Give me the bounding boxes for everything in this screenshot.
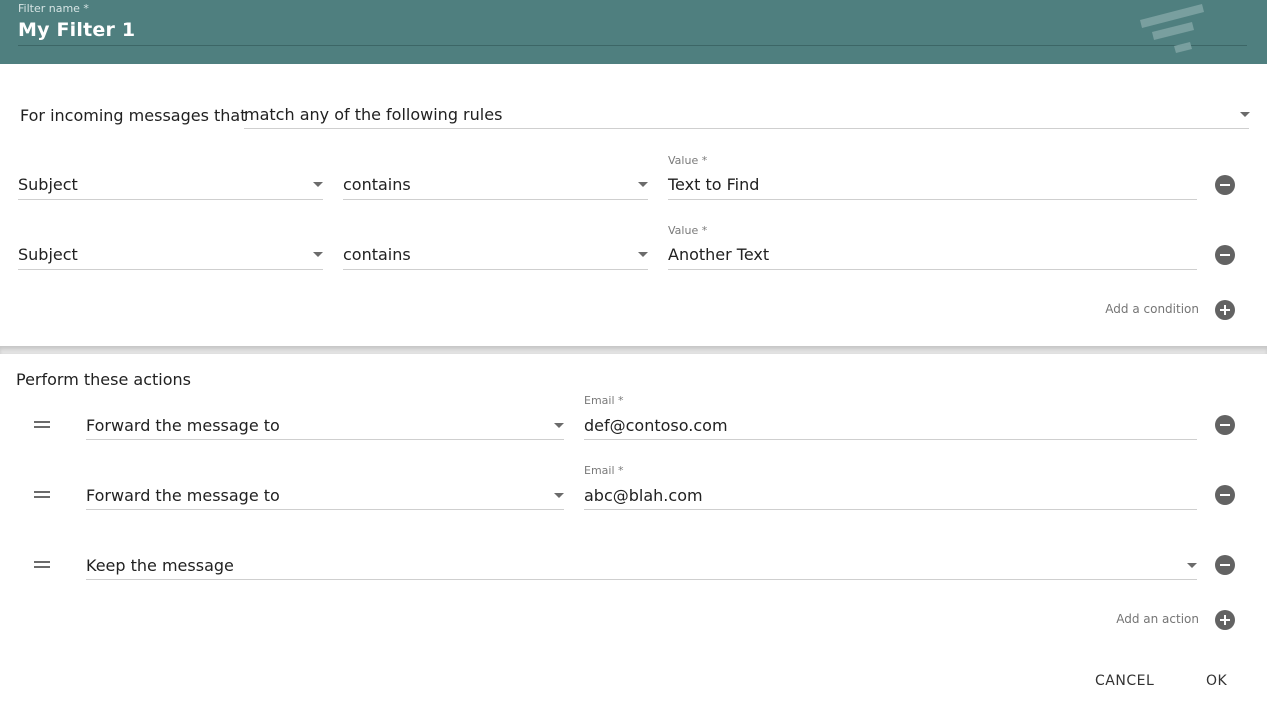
minus-icon bbox=[1220, 494, 1230, 496]
drag-handle-icon[interactable] bbox=[34, 421, 50, 429]
chevron-down-icon bbox=[638, 252, 648, 257]
condition-value-input[interactable]: Text to Find bbox=[668, 175, 759, 194]
select-underline bbox=[18, 199, 323, 200]
filter-name-label: Filter name * bbox=[18, 2, 89, 15]
action-select-value: Keep the message bbox=[86, 556, 234, 575]
condition-value-label: Value * bbox=[668, 154, 708, 167]
action-value-label: Email * bbox=[584, 394, 624, 407]
minus-icon bbox=[1220, 254, 1230, 256]
remove-action-button[interactable] bbox=[1215, 485, 1235, 505]
select-underline bbox=[18, 269, 323, 270]
add-condition-label: Add a condition bbox=[1105, 302, 1199, 316]
select-underline bbox=[343, 199, 648, 200]
drag-handle-icon[interactable] bbox=[34, 491, 50, 499]
input-underline bbox=[584, 439, 1197, 440]
select-underline bbox=[86, 439, 564, 440]
condition-value-label: Value * bbox=[668, 224, 708, 237]
chevron-down-icon bbox=[313, 252, 323, 257]
chevron-down-icon bbox=[313, 182, 323, 187]
plus-icon-vertical bbox=[1224, 305, 1226, 315]
remove-condition-button[interactable] bbox=[1215, 245, 1235, 265]
input-underline bbox=[668, 269, 1197, 270]
drag-handle-icon[interactable] bbox=[34, 561, 50, 569]
action-value-label: Email * bbox=[584, 464, 624, 477]
section-divider bbox=[0, 346, 1267, 354]
match-prefix-label: For incoming messages that bbox=[20, 106, 247, 125]
filter-name-input[interactable]: My Filter 1 bbox=[18, 19, 135, 41]
action-email-input[interactable]: abc@blah.com bbox=[584, 486, 703, 505]
condition-operator-value: contains bbox=[343, 175, 411, 194]
remove-condition-button[interactable] bbox=[1215, 175, 1235, 195]
cancel-button[interactable]: CANCEL bbox=[1095, 673, 1154, 689]
filter-header: Filter name * My Filter 1 bbox=[0, 0, 1267, 64]
chevron-down-icon bbox=[554, 493, 564, 498]
action-select-value: Forward the message to bbox=[86, 486, 280, 505]
chevron-down-icon bbox=[1240, 112, 1250, 117]
match-select-value: match any of the following rules bbox=[244, 105, 503, 124]
action-email-input[interactable]: def@contoso.com bbox=[584, 416, 728, 435]
filter-lines-icon bbox=[1140, 4, 1204, 53]
add-action-button[interactable] bbox=[1215, 610, 1235, 630]
add-condition-button[interactable] bbox=[1215, 300, 1235, 320]
match-select-underline bbox=[244, 128, 1249, 129]
select-underline bbox=[343, 269, 648, 270]
input-underline bbox=[584, 509, 1197, 510]
chevron-down-icon bbox=[554, 423, 564, 428]
select-underline bbox=[86, 509, 564, 510]
chevron-down-icon bbox=[638, 182, 648, 187]
filter-name-underline bbox=[18, 45, 1247, 46]
minus-icon bbox=[1220, 184, 1230, 186]
select-underline bbox=[86, 579, 1197, 580]
condition-operator-value: contains bbox=[343, 245, 411, 264]
chevron-down-icon bbox=[1187, 563, 1197, 568]
remove-action-button[interactable] bbox=[1215, 555, 1235, 575]
add-action-label: Add an action bbox=[1116, 612, 1199, 626]
minus-icon bbox=[1220, 424, 1230, 426]
remove-action-button[interactable] bbox=[1215, 415, 1235, 435]
minus-icon bbox=[1220, 564, 1230, 566]
actions-title: Perform these actions bbox=[16, 370, 191, 389]
input-underline bbox=[668, 199, 1197, 200]
plus-icon-vertical bbox=[1224, 615, 1226, 625]
ok-button[interactable]: OK bbox=[1206, 673, 1227, 689]
condition-field-value: Subject bbox=[18, 245, 78, 264]
action-select-value: Forward the message to bbox=[86, 416, 280, 435]
condition-field-value: Subject bbox=[18, 175, 78, 194]
condition-value-input[interactable]: Another Text bbox=[668, 245, 769, 264]
